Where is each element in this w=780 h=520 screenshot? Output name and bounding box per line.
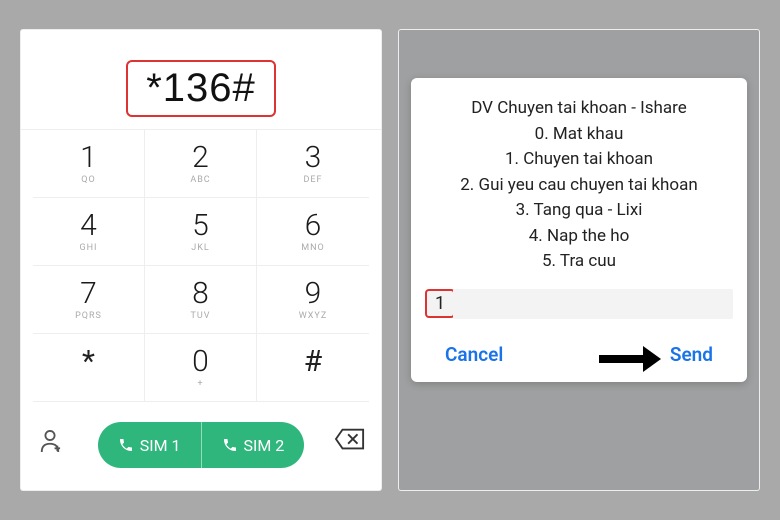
ussd-line: 5. Tra cuu [425,249,733,275]
key-star[interactable]: * [33,334,145,402]
arrow-right-icon [599,346,661,372]
sim-buttons: SIM 1 SIM 2 [98,422,305,468]
ussd-message: DV Chuyen tai khoan - Ishare 0. Mat khau… [425,96,733,275]
key-4[interactable]: 4GHI [33,198,145,266]
dialer-panel: *136# 1QO 2ABC 3DEF 4GHI 5JKL 6MNO 7PQRS… [21,30,381,490]
ussd-line: 2. Gui yeu cau chuyen tai khoan [425,173,733,199]
dialer-bottom-row: SIM 1 SIM 2 [21,402,381,476]
contact-icon[interactable] [39,428,61,454]
phone-icon [118,437,134,453]
key-2[interactable]: 2ABC [145,130,257,198]
ussd-line: 1. Chuyen tai khoan [425,147,733,173]
backspace-icon[interactable] [335,428,365,450]
key-8[interactable]: 8TUV [145,266,257,334]
sim2-label: SIM 2 [244,436,285,455]
ussd-input-value[interactable]: 1 [425,289,455,318]
ussd-actions: Cancel Send [425,343,733,372]
key-3[interactable]: 3DEF [257,130,369,198]
key-5[interactable]: 5JKL [145,198,257,266]
cancel-button[interactable]: Cancel [445,343,503,366]
phone-icon [222,437,238,453]
key-0[interactable]: 0+ [145,334,257,402]
ussd-input[interactable] [453,289,733,319]
ussd-line: 3. Tang qua - Lixi [425,198,733,224]
dialed-number: *136# [146,66,256,111]
ussd-panel: DV Chuyen tai khoan - Ishare 0. Mat khau… [399,30,759,490]
sim1-label: SIM 1 [140,436,181,455]
ussd-line: 0. Mat khau [425,122,733,148]
key-9[interactable]: 9WXYZ [257,266,369,334]
keypad: 1QO 2ABC 3DEF 4GHI 5JKL 6MNO 7PQRS 8TUV … [21,129,381,402]
ussd-line: DV Chuyen tai khoan - Ishare [425,96,733,122]
dial-display: *136# [21,30,381,129]
key-7[interactable]: 7PQRS [33,266,145,334]
send-button[interactable]: Send [670,343,713,366]
sim1-call-button[interactable]: SIM 1 [98,422,201,468]
ussd-input-row: 1 [425,289,733,319]
key-6[interactable]: 6MNO [257,198,369,266]
dial-highlight-box: *136# [126,60,276,117]
ussd-line: 4. Nap the ho [425,224,733,250]
key-1[interactable]: 1QO [33,130,145,198]
ussd-dialog: DV Chuyen tai khoan - Ishare 0. Mat khau… [411,78,747,382]
key-hash[interactable]: # [257,334,369,402]
sim2-call-button[interactable]: SIM 2 [201,422,305,468]
